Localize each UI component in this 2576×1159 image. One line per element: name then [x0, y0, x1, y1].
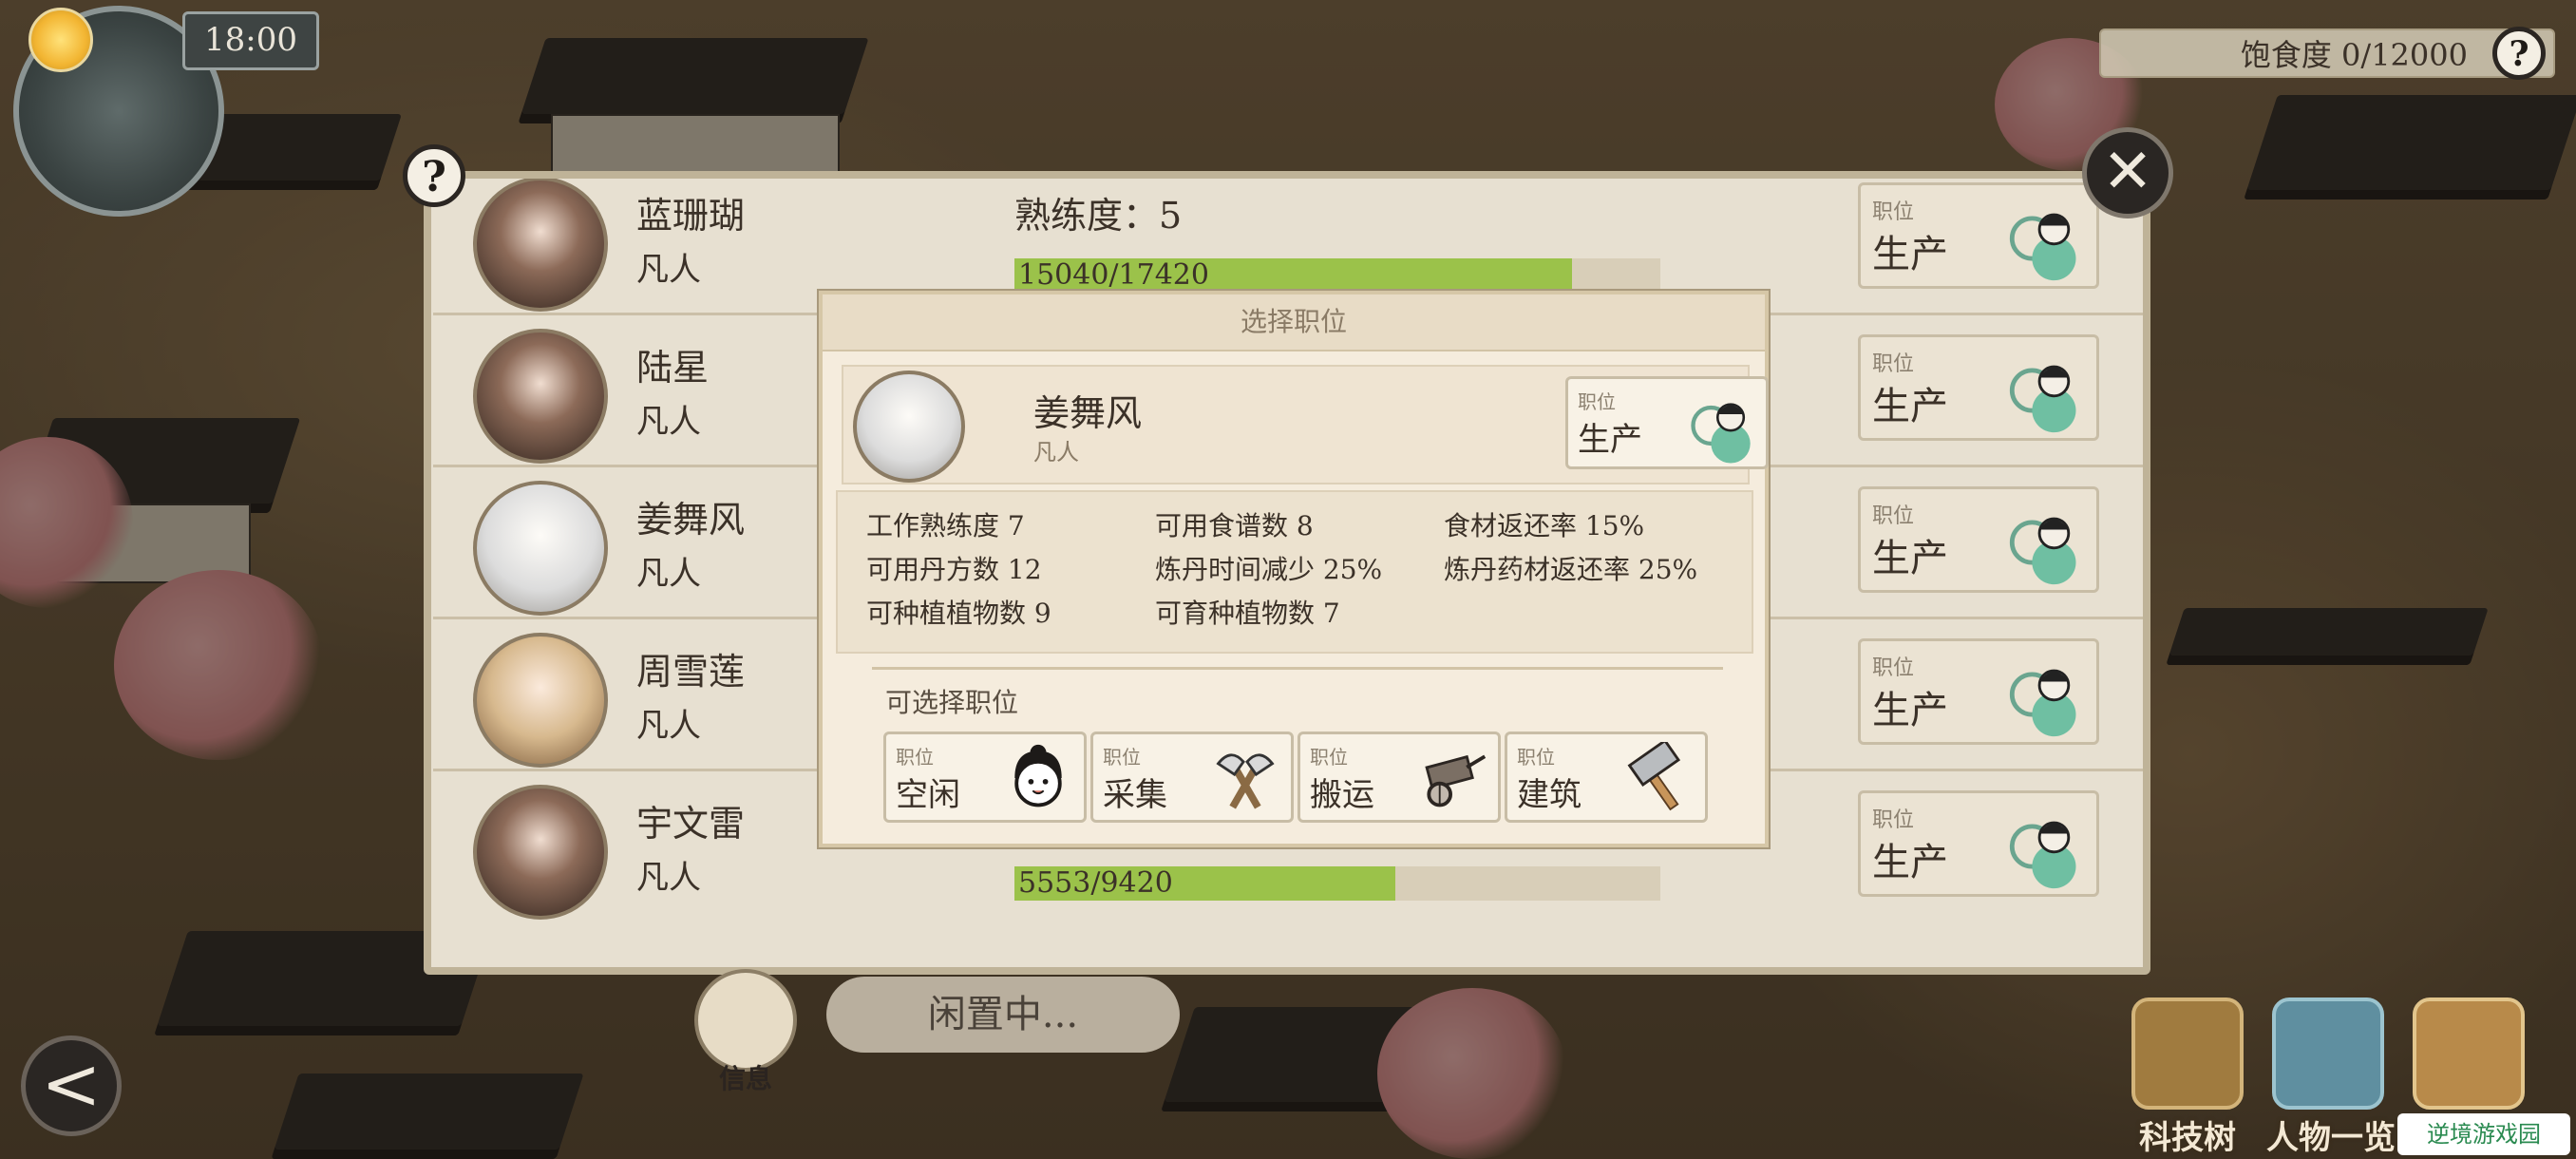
production-worker-icon [2009, 517, 2076, 585]
character-rank: 凡人 [636, 555, 701, 593]
job-card-value: 生产 [1872, 537, 1948, 580]
job-select-dialog: 选择职位 姜舞风 凡人 职位 生产 工作熟练度 7 可用食谱数 8 食材返还率 … [819, 291, 1769, 847]
character-name: 陆星 [636, 347, 710, 389]
satiety-counter: 饱食度 0/12000 [2099, 28, 2555, 78]
job-card[interactable]: 职位 生产 [1858, 638, 2099, 745]
proficiency-label: 熟练度：5 [1014, 195, 1183, 237]
selected-character-card: 姜舞风 凡人 职位 生产 [842, 365, 1769, 484]
stat-work-proficiency: 工作熟练度 7 [866, 510, 1025, 542]
job-stats-panel: 工作熟练度 7 可用食谱数 8 食材返还率 15% 可用丹方数 12 炼丹时间减… [836, 490, 1753, 654]
job-option-label: 职位 [896, 746, 934, 769]
info-button[interactable]: 信息 [693, 969, 798, 1094]
production-worker-icon [2009, 669, 2076, 737]
info-label: 信息 [718, 1063, 772, 1094]
experience-bar: 5553/9420 [1014, 866, 1660, 901]
experience-value: 15040/17420 [1018, 258, 1209, 292]
idle-status-pill[interactable]: 闲置中... [826, 977, 1180, 1053]
sun-icon [28, 8, 93, 72]
job-option-label: 职位 [1517, 746, 1555, 769]
avatar [853, 370, 965, 483]
stat-herb-return: 炼丹药材返还率 25% [1444, 554, 1698, 585]
job-card-label: 职位 [1872, 200, 1915, 224]
production-worker-icon [2009, 213, 2076, 281]
cart-icon [1425, 754, 1487, 808]
job-card-value: 生产 [1872, 841, 1948, 884]
job-card-label: 职位 [1872, 808, 1915, 832]
character-name: 周雪莲 [636, 651, 746, 693]
job-option-name: 搬运 [1310, 776, 1374, 814]
build-icon [2413, 998, 2525, 1110]
job-card-label: 职位 [1872, 656, 1915, 680]
production-worker-icon [1691, 403, 1751, 464]
job-card[interactable]: 职位 生产 [1858, 486, 2099, 593]
job-option-label: 职位 [1310, 746, 1348, 769]
stat-recipes: 可用食谱数 8 [1155, 510, 1314, 542]
job-card[interactable]: 职位 生产 [1858, 334, 2099, 441]
help-icon[interactable]: ? [403, 144, 465, 207]
character-list-label: 人物一览 [2266, 1119, 2396, 1157]
job-option-name: 建筑 [1517, 776, 1582, 814]
satiety-help-icon[interactable]: ? [2492, 27, 2546, 80]
job-card-value: 生产 [1578, 421, 1642, 459]
avatar [473, 481, 608, 616]
experience-value: 5553/9420 [1018, 866, 1173, 900]
job-option-transport[interactable]: 职位 搬运 [1297, 732, 1501, 823]
character-name: 姜舞风 [636, 499, 746, 541]
character-rank: 凡人 [636, 251, 701, 289]
avatar [473, 179, 608, 312]
character-list-button[interactable]: 人物一览 [2266, 998, 2396, 1157]
job-card[interactable]: 职位 生产 [1858, 790, 2099, 897]
stat-plantable: 可种植植物数 9 [866, 598, 1051, 629]
stat-alchemy-time: 炼丹时间减少 25% [1155, 554, 1383, 585]
options-title: 可选择职位 [885, 687, 1019, 718]
character-name: 姜舞风 [1033, 392, 1143, 434]
scroll-icon [694, 969, 797, 1072]
stat-breedable: 可育种植物数 7 [1155, 598, 1340, 629]
character-rank: 凡人 [636, 859, 701, 897]
job-option-build[interactable]: 职位 建筑 [1505, 732, 1708, 823]
character-rank: 凡人 [636, 707, 701, 745]
tech-tree-button[interactable]: 科技树 [2126, 998, 2249, 1157]
game-time: 18:00 [182, 11, 319, 70]
avatar [473, 785, 608, 920]
dialog-title: 选择职位 [823, 294, 1765, 352]
job-card-label: 职位 [1578, 390, 1616, 413]
stat-pill-recipes: 可用丹方数 12 [866, 554, 1042, 585]
hammer-icon [1627, 742, 1681, 811]
watermark-logo: 逆境游戏园 [2397, 1113, 2570, 1155]
back-button[interactable]: < [21, 1036, 122, 1136]
stat-ingredient-return: 食材返还率 15% [1444, 510, 1645, 542]
avatar [473, 329, 608, 464]
avatar [473, 633, 608, 768]
experience-bar: 15040/17420 [1014, 258, 1660, 293]
job-option-name: 采集 [1103, 776, 1167, 814]
axe-icon [1216, 753, 1275, 809]
production-worker-icon [2009, 365, 2076, 433]
character-rank: 凡人 [1033, 439, 1079, 466]
job-option-name: 空闲 [896, 776, 960, 814]
production-worker-icon [2009, 821, 2076, 889]
close-button[interactable]: ✕ [2082, 127, 2173, 218]
job-option-label: 职位 [1103, 746, 1141, 769]
job-card-value: 生产 [1872, 689, 1948, 732]
job-card-value: 生产 [1872, 385, 1948, 428]
character-name: 宇文雷 [636, 803, 746, 845]
job-card-label: 职位 [1872, 352, 1915, 376]
idle-face-icon [1014, 744, 1062, 808]
current-job-card: 职位 生产 [1565, 376, 1769, 469]
divider [872, 667, 1723, 670]
job-card-value: 生产 [1872, 233, 1948, 276]
job-card-label: 职位 [1872, 504, 1915, 528]
job-card[interactable]: 职位 生产 [1858, 182, 2099, 289]
tech-tree-icon [2131, 998, 2244, 1110]
job-option-gather[interactable]: 职位 采集 [1090, 732, 1294, 823]
job-option-idle[interactable]: 职位 空闲 [883, 732, 1087, 823]
character-list-icon [2272, 998, 2384, 1110]
tech-tree-label: 科技树 [2139, 1119, 2236, 1157]
character-name: 蓝珊瑚 [636, 195, 746, 237]
character-rank: 凡人 [636, 403, 701, 441]
